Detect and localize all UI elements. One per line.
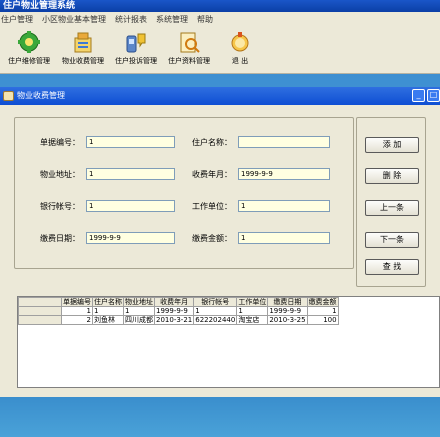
column-header[interactable]: 缴费日期 xyxy=(267,297,308,307)
column-header[interactable]: 单据编号 xyxy=(61,297,93,307)
previous-button[interactable]: 上一条 xyxy=(365,200,419,216)
gear-icon xyxy=(18,31,40,53)
column-header[interactable]: 物业地址 xyxy=(123,297,155,307)
repair-tool-label: 住户维修管理 xyxy=(8,57,50,65)
receipt-no-field[interactable]: 1 xyxy=(86,136,175,148)
owner-name-field[interactable] xyxy=(238,136,330,148)
address-label: 物业地址： xyxy=(40,170,80,179)
search-button[interactable]: 查 找 xyxy=(365,259,419,275)
pay-date-field[interactable]: 1999-9-9 xyxy=(86,232,175,244)
table-cell[interactable]: 1 xyxy=(123,306,155,316)
row-selector[interactable] xyxy=(18,315,62,325)
table-row[interactable]: 1 1 1 1999-9-9 1 1 1999-9-9 1 xyxy=(18,306,339,316)
maximize-button[interactable]: □ xyxy=(427,89,440,102)
window-app-icon xyxy=(3,91,14,101)
table-cell[interactable]: 1 xyxy=(193,306,238,316)
table-cell[interactable]: 622202440 xyxy=(193,315,238,325)
bank-account-field[interactable]: 1 xyxy=(86,200,175,212)
app-title: 住户物业管理系统 xyxy=(3,1,76,11)
menu-bar: 住户管理 小区物业基本管理 统计报表 系统管理 帮助 xyxy=(0,12,440,26)
work-unit-label: 工作单位： xyxy=(192,202,232,211)
minimize-button[interactable]: _ xyxy=(412,89,425,102)
column-header[interactable]: 工作单位 xyxy=(236,297,269,307)
app-title-bar: 住户物业管理系统 xyxy=(0,0,440,12)
table-cell[interactable]: 1999-9-9 xyxy=(267,306,308,316)
toolbar: 住户维修管理 物业收费管理 住户投诉管理 住户资料管理 退 出 xyxy=(0,26,440,74)
address-field[interactable]: 1 xyxy=(86,168,175,180)
table-cell[interactable]: 刘鱼林 xyxy=(92,315,124,325)
records-icon xyxy=(180,32,200,53)
add-button[interactable]: 添 加 xyxy=(365,137,419,153)
exit-tool-label: 退 出 xyxy=(231,57,249,65)
bank-account-label: 银行帐号： xyxy=(40,202,80,211)
exit-icon xyxy=(231,32,249,52)
table-cell[interactable]: 四川成都 xyxy=(123,315,155,325)
table-cell[interactable]: 2 xyxy=(61,315,93,325)
window-title-bar[interactable]: 物业收费管理 xyxy=(0,87,440,105)
table-row[interactable]: 2 刘鱼林 四川成都 2010-3-21 622202440 淘宝店 2010-… xyxy=(18,315,339,325)
amount-field[interactable]: 1 xyxy=(238,232,330,244)
exit-tool-button[interactable]: 退 出 xyxy=(214,28,266,72)
delete-button[interactable]: 删 除 xyxy=(365,168,419,184)
fee-month-field[interactable]: 1999-9-9 xyxy=(238,168,330,180)
table-cell[interactable]: 2010-3-21 xyxy=(153,315,195,325)
column-header[interactable]: 缴费金额 xyxy=(306,297,339,307)
menu-item-system[interactable]: 系统管理 xyxy=(156,14,188,25)
menu-item-help[interactable]: 帮助 xyxy=(197,14,213,25)
row-header-corner xyxy=(18,297,62,307)
next-button[interactable]: 下一条 xyxy=(365,232,419,248)
table-cell[interactable]: 2010-3-25 xyxy=(267,315,308,325)
table-header-row: 单据编号 住户名称 物业地址 收费年月 银行帐号 工作单位 缴费日期 缴费金额 xyxy=(18,297,339,307)
billing-tool-label: 物业收费管理 xyxy=(62,57,104,65)
row-selector[interactable] xyxy=(18,306,62,316)
column-header[interactable]: 收费年月 xyxy=(153,297,195,307)
complaint-icon xyxy=(126,33,146,53)
table-cell[interactable]: 1 xyxy=(236,306,269,316)
billing-icon xyxy=(74,32,92,53)
billing-tool-button[interactable]: 物业收费管理 xyxy=(57,28,109,72)
table-cell[interactable]: 淘宝店 xyxy=(236,315,269,325)
receipt-no-label: 单据编号： xyxy=(40,138,80,147)
pay-date-label: 缴费日期： xyxy=(40,234,80,243)
table-cell[interactable]: 1999-9-9 xyxy=(153,306,195,316)
window-title: 物业收费管理 xyxy=(17,91,65,100)
complaint-tool-button[interactable]: 住户投诉管理 xyxy=(110,28,162,72)
menu-item-reports[interactable]: 统计报表 xyxy=(115,14,147,25)
column-header[interactable]: 银行帐号 xyxy=(193,297,238,307)
complaint-tool-label: 住户投诉管理 xyxy=(115,57,157,65)
column-header[interactable]: 住户名称 xyxy=(92,297,124,307)
records-tool-button[interactable]: 住户资料管理 xyxy=(163,28,215,72)
work-unit-field[interactable]: 1 xyxy=(238,200,330,212)
records-tool-label: 住户资料管理 xyxy=(168,57,210,65)
amount-label: 缴费金额： xyxy=(192,234,232,243)
table-cell[interactable]: 1 xyxy=(306,306,339,316)
fee-month-label: 收费年月： xyxy=(192,170,232,179)
owner-name-label: 住户名称： xyxy=(192,138,232,147)
records-table[interactable]: 单据编号 住户名称 物业地址 收费年月 银行帐号 工作单位 缴费日期 缴费金额 … xyxy=(17,296,440,388)
menu-item-property[interactable]: 小区物业基本管理 xyxy=(42,14,106,25)
table-cell[interactable]: 1 xyxy=(92,306,124,316)
table-cell[interactable]: 1 xyxy=(61,306,93,316)
repair-tool-button[interactable]: 住户维修管理 xyxy=(3,28,55,72)
table-cell[interactable]: 100 xyxy=(306,315,339,325)
menu-item-residents[interactable]: 住户管理 xyxy=(1,14,33,25)
